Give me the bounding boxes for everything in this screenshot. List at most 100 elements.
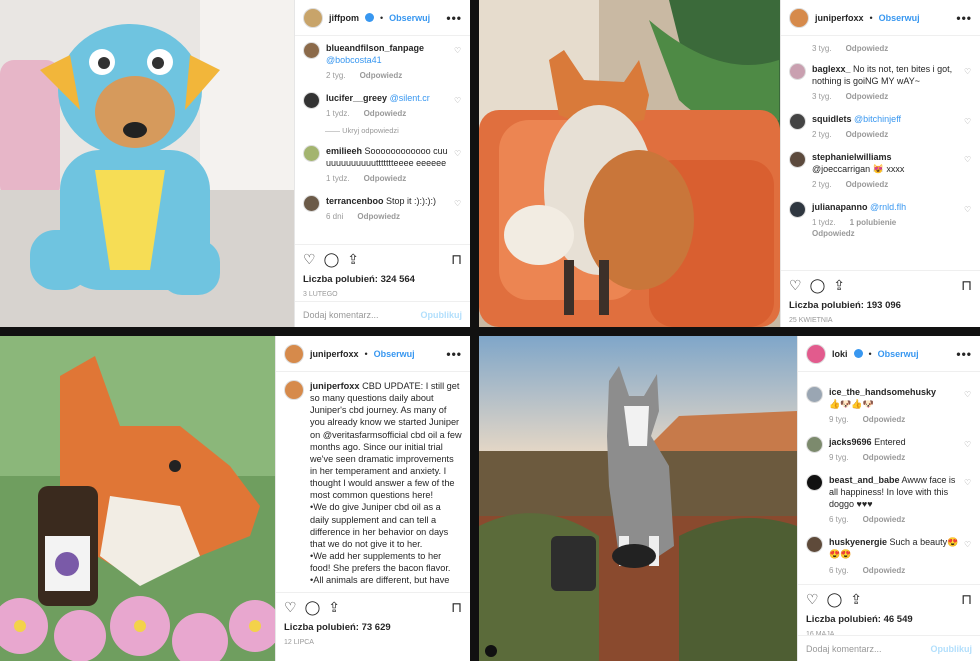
reply-button[interactable]: Odpowiedz: [846, 92, 889, 101]
username[interactable]: jiffpom: [329, 13, 359, 23]
comment: squidlets @bitchinjeff 2 tyg. Odpowiedz ♡: [789, 113, 972, 141]
heart-icon[interactable]: ♡: [454, 199, 462, 208]
publish-button[interactable]: Opublikuj: [931, 644, 973, 654]
follow-button[interactable]: Obserwuj: [879, 13, 920, 23]
reply-button[interactable]: Odpowiedz: [863, 415, 906, 424]
follow-button[interactable]: Obserwuj: [374, 349, 415, 359]
share-icon[interactable]: ⇪: [850, 591, 862, 608]
avatar[interactable]: [303, 42, 320, 59]
comment-icon[interactable]: ◯: [827, 591, 843, 608]
comment-user[interactable]: blueandfilson_fanpage: [326, 43, 424, 53]
avatar[interactable]: [303, 195, 320, 213]
username[interactable]: juniperfoxx: [310, 349, 359, 359]
post-jiffpom: jiffpom • Obserwuj ••• blueandfilson_fan…: [0, 0, 470, 327]
comment-user[interactable]: ice_the_handsomehusky: [829, 387, 936, 397]
username[interactable]: juniperfoxx: [815, 13, 864, 23]
avatar[interactable]: [806, 343, 826, 364]
avatar[interactable]: [284, 380, 304, 400]
comment-user[interactable]: stephanielwilliams: [812, 152, 892, 162]
avatar[interactable]: [303, 92, 320, 110]
heart-icon[interactable]: ♡: [789, 277, 802, 294]
heart-icon[interactable]: ♡: [284, 599, 297, 616]
add-comment-input[interactable]: Dodaj komentarz...: [806, 644, 882, 654]
avatar[interactable]: [806, 436, 823, 454]
avatar[interactable]: [789, 7, 809, 28]
reply-button[interactable]: Odpowiedz: [846, 44, 889, 53]
heart-icon[interactable]: ♡: [303, 251, 316, 268]
heart-icon[interactable]: ♡: [806, 591, 819, 608]
more-options-icon[interactable]: •••: [446, 347, 462, 361]
likes-count[interactable]: Liczba polubień: 324 564: [303, 274, 462, 285]
heart-icon[interactable]: ♡: [964, 205, 972, 214]
avatar[interactable]: [303, 7, 323, 28]
share-icon[interactable]: ⇪: [833, 277, 845, 294]
avatar[interactable]: [789, 63, 806, 80]
heart-icon[interactable]: ♡: [964, 117, 972, 126]
likes-count[interactable]: Liczba polubień: 193 096: [789, 300, 972, 311]
likes-count[interactable]: Liczba polubień: 46 549: [806, 614, 972, 625]
comment-icon[interactable]: ◯: [305, 599, 321, 616]
reply-button[interactable]: Odpowiedz: [357, 212, 400, 221]
follow-button[interactable]: Obserwuj: [389, 13, 430, 23]
more-options-icon[interactable]: •••: [956, 347, 972, 361]
reply-button[interactable]: Odpowiedz: [863, 566, 906, 575]
comment-user[interactable]: huskyenergie: [829, 537, 887, 547]
avatar[interactable]: [303, 145, 320, 163]
comment-likes[interactable]: 1 polubienie: [850, 218, 897, 227]
heart-icon[interactable]: ♡: [454, 149, 462, 158]
reply-button[interactable]: Odpowiedz: [364, 174, 407, 183]
comment-user[interactable]: julianapanno: [812, 202, 868, 212]
avatar[interactable]: [806, 386, 823, 403]
comment-user[interactable]: beast_and_babe: [829, 475, 900, 485]
bookmark-icon[interactable]: ⊓: [961, 277, 972, 294]
comment-user[interactable]: lucifer__greey: [326, 93, 387, 103]
avatar[interactable]: [789, 113, 806, 131]
bookmark-icon[interactable]: ⊓: [961, 591, 972, 608]
heart-icon[interactable]: ♡: [964, 540, 972, 549]
share-icon[interactable]: ⇪: [347, 251, 359, 268]
follow-button[interactable]: Obserwuj: [878, 349, 919, 359]
reply-button[interactable]: Odpowiedz: [812, 229, 855, 238]
comment-icon[interactable]: ◯: [324, 251, 340, 268]
avatar[interactable]: [789, 151, 806, 169]
comment: blueandfilson_fanpage @bobcosta41 2 tyg.…: [303, 42, 462, 82]
heart-icon[interactable]: ♡: [964, 478, 972, 487]
avatar[interactable]: [284, 343, 304, 364]
more-options-icon[interactable]: •••: [956, 11, 972, 25]
more-options-icon[interactable]: •••: [446, 11, 462, 25]
post-actions: ♡ ◯ ⇪ ⊓ Liczba polubień: 324 564 3 LUTEG…: [295, 244, 470, 298]
avatar[interactable]: [806, 474, 823, 492]
bookmark-icon[interactable]: ⊓: [451, 251, 462, 268]
comment-icon[interactable]: ◯: [810, 277, 826, 294]
heart-icon[interactable]: ♡: [964, 440, 972, 449]
avatar[interactable]: [789, 201, 806, 219]
share-icon[interactable]: ⇪: [328, 599, 340, 616]
caption-user[interactable]: juniperfoxx: [310, 381, 360, 391]
likes-count[interactable]: Liczba polubień: 73 629: [284, 622, 462, 633]
reply-button[interactable]: Odpowiedz: [863, 453, 906, 462]
hide-replies-button[interactable]: —— Ukryj odpowiedzi: [325, 126, 462, 135]
add-comment-input[interactable]: Dodaj komentarz...: [303, 310, 379, 320]
comment-user[interactable]: jacks9696: [829, 437, 872, 447]
comment-text: @silent.cr: [389, 93, 430, 104]
comment-user[interactable]: terrancenboo: [326, 196, 384, 206]
reply-button[interactable]: Odpowiedz: [360, 71, 403, 80]
reply-button[interactable]: Odpowiedz: [863, 515, 906, 524]
comment-user[interactable]: baglexx_: [812, 64, 851, 74]
avatar[interactable]: [806, 536, 823, 554]
heart-icon[interactable]: ♡: [964, 67, 972, 76]
heart-icon[interactable]: ♡: [454, 46, 462, 55]
reply-button[interactable]: Odpowiedz: [364, 109, 407, 118]
reply-button[interactable]: Odpowiedz: [846, 130, 889, 139]
reply-button[interactable]: Odpowiedz: [846, 180, 889, 189]
comment-text: Entered: [874, 437, 906, 448]
post-date: 12 LIPCA: [284, 639, 314, 646]
comment-user[interactable]: squidlets: [812, 114, 852, 124]
heart-icon[interactable]: ♡: [964, 390, 972, 399]
username[interactable]: loki: [832, 349, 848, 359]
comment-user[interactable]: emilieeh: [326, 146, 362, 156]
publish-button[interactable]: Opublikuj: [421, 310, 463, 320]
heart-icon[interactable]: ♡: [454, 96, 462, 105]
heart-icon[interactable]: ♡: [964, 155, 972, 164]
bookmark-icon[interactable]: ⊓: [451, 599, 462, 616]
